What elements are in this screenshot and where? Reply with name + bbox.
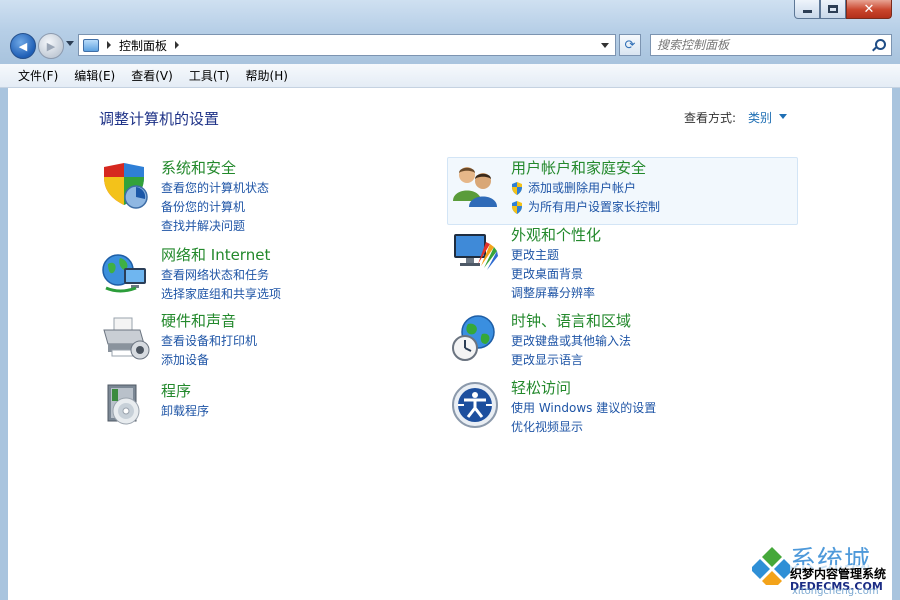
category-link[interactable]: 更改桌面背景: [511, 265, 601, 284]
category-link[interactable]: 更改显示语言: [511, 351, 631, 370]
view-by-label: 查看方式:: [684, 111, 737, 125]
category-ease-of-access: 轻松访问 使用 Windows 建议的设置 优化视频显示: [511, 379, 656, 437]
view-by-dropdown[interactable]: 类别: [748, 109, 772, 126]
navigation-bar: ◀ ▶ 控制面板 ⟳: [0, 28, 900, 64]
menu-help[interactable]: 帮助(H): [238, 67, 296, 84]
category-title[interactable]: 程序: [161, 382, 209, 402]
control-panel-icon: [83, 38, 99, 52]
category-clock-language-region: 时钟、语言和区域 更改键盘或其他输入法 更改显示语言: [511, 312, 631, 370]
page-title: 调整计算机的设置: [99, 110, 220, 128]
breadcrumb-separator-icon[interactable]: [107, 41, 111, 49]
category-link[interactable]: 使用 Windows 建议的设置: [511, 399, 656, 418]
forward-arrow-icon: ▶: [46, 39, 56, 53]
address-dropdown-icon[interactable]: [601, 43, 609, 48]
globe-clock-icon[interactable]: [450, 314, 500, 364]
back-arrow-icon: ◀: [18, 39, 28, 53]
users-icon[interactable]: [450, 161, 500, 211]
category-link[interactable]: 添加或删除用户帐户: [511, 179, 660, 198]
minimize-button[interactable]: [794, 0, 820, 19]
menu-file[interactable]: 文件(F): [10, 67, 66, 84]
category-link[interactable]: 更改键盘或其他输入法: [511, 332, 631, 351]
menu-tools[interactable]: 工具(T): [181, 67, 238, 84]
search-input[interactable]: [657, 36, 872, 54]
window-frame: ✕ ◀ ▶ 控制面板 ⟳ 文件(F) 编辑(E) 查看(V) 工具(T) 帮助(…: [0, 0, 900, 600]
category-link-text[interactable]: 为所有用户设置家长控制: [528, 198, 660, 217]
category-link[interactable]: 备份您的计算机: [161, 198, 269, 217]
category-network-internet: 网络和 Internet 查看网络状态和任务 选择家庭组和共享选项: [161, 246, 281, 304]
category-title[interactable]: 系统和安全: [161, 159, 269, 179]
category-link[interactable]: 卸载程序: [161, 402, 209, 421]
category-system-security: 系统和安全 查看您的计算机状态 备份您的计算机 查找并解决问题: [161, 159, 269, 236]
network-icon[interactable]: [100, 248, 150, 298]
category-title[interactable]: 轻松访问: [511, 379, 656, 399]
category-link[interactable]: 添加设备: [161, 351, 257, 370]
close-icon: ✕: [863, 1, 875, 17]
ease-of-access-icon[interactable]: [450, 380, 500, 430]
minimize-icon: [802, 10, 812, 13]
control-panel-content: 调整计算机的设置 查看方式: 类别 系统和安全 查看您的计算机状态 备份您的计算…: [8, 88, 892, 600]
category-link[interactable]: 调整屏幕分辨率: [511, 284, 601, 303]
menu-bar: 文件(F) 编辑(E) 查看(V) 工具(T) 帮助(H): [0, 64, 900, 88]
uac-shield-icon: [512, 200, 522, 214]
category-link[interactable]: 选择家庭组和共享选项: [161, 285, 281, 304]
close-button[interactable]: ✕: [846, 0, 892, 19]
category-appearance: 外观和个性化 更改主题 更改桌面背景 调整屏幕分辨率: [511, 226, 601, 303]
category-user-accounts: 用户帐户和家庭安全 添加或删除用户帐户 为所有用户设置家长控制: [511, 159, 660, 217]
breadcrumb-separator-icon[interactable]: [175, 41, 180, 49]
category-title[interactable]: 时钟、语言和区域: [511, 312, 631, 332]
uac-shield-icon: [512, 181, 522, 195]
recent-pages-dropdown[interactable]: [66, 41, 74, 46]
category-hardware-sound: 硬件和声音 查看设备和打印机 添加设备: [161, 312, 257, 370]
watermark-logo-icon: [752, 547, 792, 585]
category-link[interactable]: 查找并解决问题: [161, 217, 269, 236]
maximize-icon: [828, 5, 838, 13]
search-icon[interactable]: [872, 39, 886, 51]
caption-buttons: ✕: [794, 0, 892, 19]
maximize-button[interactable]: [820, 0, 846, 19]
category-link[interactable]: 优化视频显示: [511, 418, 656, 437]
category-link-text[interactable]: 添加或删除用户帐户: [528, 179, 636, 198]
back-button[interactable]: ◀: [10, 33, 36, 59]
category-title[interactable]: 网络和 Internet: [161, 246, 281, 266]
programs-icon[interactable]: [100, 381, 150, 431]
category-programs: 程序 卸载程序: [161, 382, 209, 421]
refresh-icon: ⟳: [624, 37, 636, 53]
search-box: [650, 34, 892, 56]
breadcrumb-control-panel[interactable]: 控制面板: [119, 37, 167, 54]
category-link[interactable]: 查看网络状态和任务: [161, 266, 281, 285]
category-link[interactable]: 更改主题: [511, 246, 601, 265]
menu-view[interactable]: 查看(V): [123, 67, 181, 84]
printer-icon[interactable]: [100, 314, 150, 364]
forward-button[interactable]: ▶: [38, 33, 64, 59]
shield-icon[interactable]: [100, 161, 150, 211]
category-title[interactable]: 用户帐户和家庭安全: [511, 159, 660, 179]
category-link[interactable]: 查看您的计算机状态: [161, 179, 269, 198]
address-bar[interactable]: 控制面板: [78, 34, 616, 56]
category-title[interactable]: 外观和个性化: [511, 226, 601, 246]
view-by-dropdown-arrow-icon[interactable]: [779, 114, 787, 119]
category-link[interactable]: 为所有用户设置家长控制: [511, 198, 660, 217]
category-title[interactable]: 硬件和声音: [161, 312, 257, 332]
monitor-icon[interactable]: [450, 228, 500, 278]
category-link[interactable]: 查看设备和打印机: [161, 332, 257, 351]
refresh-button[interactable]: ⟳: [619, 34, 641, 56]
watermark-line4: xitongcheng.com: [792, 586, 879, 597]
menu-edit[interactable]: 编辑(E): [66, 67, 123, 84]
